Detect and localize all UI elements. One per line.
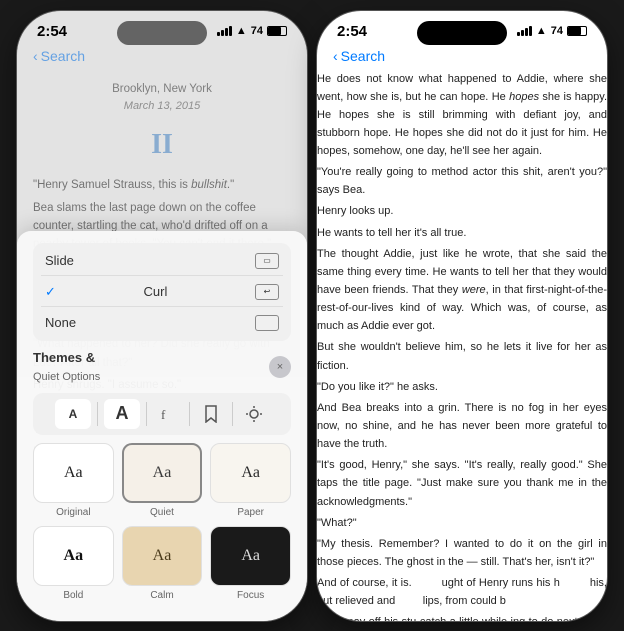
theme-original[interactable]: Aa Original	[33, 443, 114, 518]
font-controls: A A f	[33, 393, 291, 435]
close-button[interactable]: ×	[269, 356, 291, 378]
theme-label-quiet: Quiet	[150, 507, 174, 518]
time-left: 2:54	[37, 23, 67, 40]
theme-grid: Aa Original Aa Quiet Aa Pap	[33, 443, 291, 601]
right-para-9: "It's good, Henry," she says. "It's real…	[317, 456, 607, 510]
status-icons-right: ▲ 74	[517, 25, 587, 37]
back-button-right[interactable]: ‹ Search	[333, 48, 385, 64]
themes-title: Themes & Quiet Options	[33, 349, 100, 385]
theme-label-calm: Calm	[150, 590, 173, 601]
right-para-3: Henry looks up.	[317, 202, 607, 220]
slide-icon: ▭	[255, 253, 279, 269]
phones-container: 2:54 ▲ 74 ‹ Search	[0, 0, 624, 631]
right-para-6: But she wouldn't believe him, so he lets…	[317, 338, 607, 374]
slide-option-curl[interactable]: ✓ Curl ↩	[41, 278, 283, 307]
bookmark-icon	[204, 405, 218, 423]
status-icons-left: ▲ 74	[217, 25, 287, 37]
small-a: A	[69, 407, 78, 421]
svg-text:f: f	[161, 407, 166, 422]
wifi-icon-left: ▲	[236, 25, 247, 37]
battery-icon-right	[567, 26, 587, 36]
wifi-icon-right: ▲	[536, 25, 547, 37]
right-reading-text: He does not know what happened to Addie,…	[317, 70, 607, 621]
content-area-right: He does not know what happened to Addie,…	[317, 70, 607, 621]
none-icon	[255, 315, 279, 331]
right-para-4: He wants to tell her it's all true.	[317, 224, 607, 242]
theme-label-original: Original	[56, 507, 90, 518]
slide-option-slide[interactable]: Slide ▭	[41, 247, 283, 276]
signal-icon-left	[217, 26, 232, 36]
content-area-left: Brooklyn, New York March 13, 2015 II "He…	[17, 70, 307, 476]
font-icon: f	[159, 405, 177, 423]
status-bar-left: 2:54 ▲ 74	[17, 11, 307, 44]
right-para-11: "My thesis. Remember? I wanted to do it …	[317, 535, 607, 571]
theme-paper[interactable]: Aa Paper	[210, 443, 291, 518]
time-right: 2:54	[337, 23, 367, 40]
right-phone: 2:54 ▲ 74 ‹ Search H	[317, 11, 607, 621]
theme-preview-paper: Aa	[210, 443, 291, 503]
status-bar-right: 2:54 ▲ 74	[317, 11, 607, 44]
font-style-button[interactable]: f	[153, 399, 183, 429]
nav-bar-right: ‹ Search	[317, 44, 607, 70]
theme-label-paper: Paper	[237, 507, 264, 518]
brightness-button[interactable]	[239, 399, 269, 429]
battery-icon-left	[267, 26, 287, 36]
slide-option-none[interactable]: None	[41, 309, 283, 337]
decrease-font-button[interactable]: A	[55, 399, 91, 429]
theme-focus[interactable]: Aa Focus	[210, 526, 291, 601]
increase-font-button[interactable]: A	[104, 399, 140, 429]
theme-preview-focus: Aa	[210, 526, 291, 586]
popup-panel: Slide ▭ ✓ Curl ↩ None	[17, 231, 307, 621]
right-para-7: "Do you like it?" he asks.	[317, 378, 607, 396]
theme-calm[interactable]: Aa Calm	[122, 526, 203, 601]
left-phone: 2:54 ▲ 74 ‹ Search	[17, 11, 307, 621]
theme-bold[interactable]: Aa Bold	[33, 526, 114, 601]
right-para-1: He does not know what happened to Addie,…	[317, 70, 607, 161]
right-para-5: The thought Addie, just like he wrote, t…	[317, 245, 607, 336]
right-para-13: pay off his stu-catch a little while ing…	[317, 613, 607, 620]
right-para-10: "What?"	[317, 514, 607, 532]
theme-preview-quiet: Aa	[122, 443, 203, 503]
right-para-2: "You're really going to method actor thi…	[317, 163, 607, 199]
theme-label-bold: Bold	[63, 590, 83, 601]
battery-label-left: 74	[251, 25, 263, 37]
theme-preview-calm: Aa	[122, 526, 203, 586]
right-para-12: And of course, it is. ught of Henry runs…	[317, 574, 607, 610]
theme-preview-original: Aa	[33, 443, 114, 503]
curl-icon: ↩	[255, 284, 279, 300]
theme-preview-bold: Aa	[33, 526, 114, 586]
theme-label-focus: Focus	[237, 590, 264, 601]
bookmark-button[interactable]	[196, 399, 226, 429]
signal-icon-right	[517, 26, 532, 36]
large-a: A	[116, 403, 129, 424]
brightness-icon	[245, 405, 263, 423]
theme-quiet[interactable]: Aa Quiet	[122, 443, 203, 518]
right-para-8: And Bea breaks into a grin. There is no …	[317, 399, 607, 453]
themes-header: Themes & Quiet Options ×	[33, 349, 291, 385]
slide-options: Slide ▭ ✓ Curl ↩ None	[33, 243, 291, 341]
battery-label-right: 74	[551, 25, 563, 37]
